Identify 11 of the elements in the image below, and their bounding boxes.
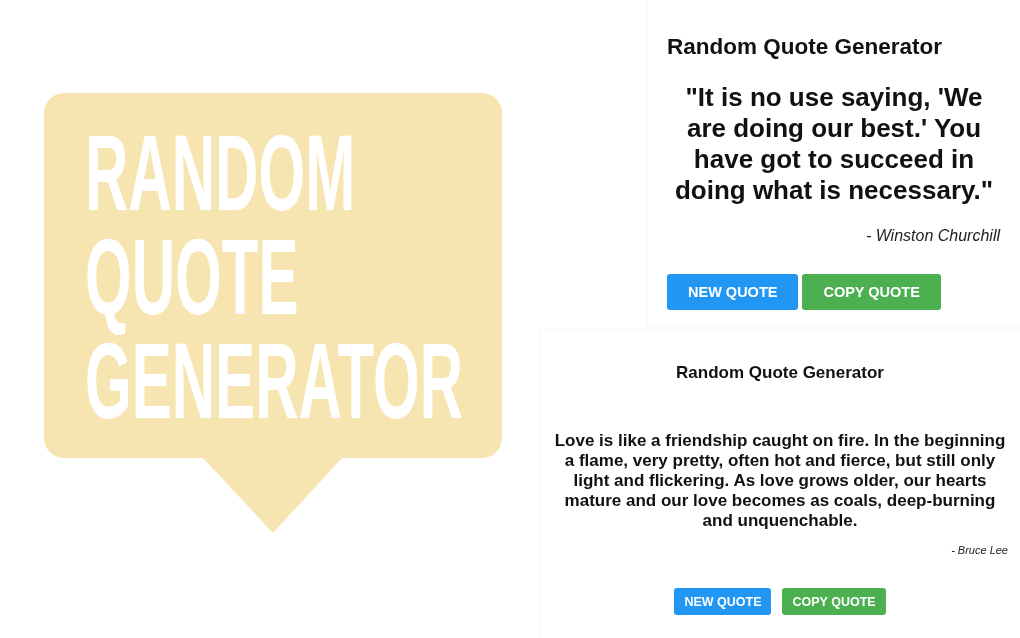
quote-text: Love is like a friendship caught on fire. In the beginning a flame, very pretty, often hot and fierce, but still only light and flickering. As love grows older, our hearts mature and our love becomes as coals, deep-burning and unquenchable. xyxy=(553,431,1007,531)
app-title: Random Quote Generator xyxy=(676,363,884,383)
new-quote-button[interactable]: NEW QUOTE xyxy=(674,588,772,615)
logo-title: RANDOM QUOTE GENERATOR xyxy=(85,121,465,433)
new-quote-button[interactable]: NEW QUOTE xyxy=(667,274,799,310)
quote-text: "It is no use saying, 'We are doing our best.' You have got to succeed in doing what is necessary." xyxy=(673,82,995,206)
quote-author: - Winston Churchill xyxy=(865,226,1000,246)
quote-author: - Bruce Lee xyxy=(951,543,1008,557)
copy-quote-button[interactable]: COPY QUOTE xyxy=(802,274,941,310)
copy-quote-button[interactable]: COPY QUOTE xyxy=(782,588,886,615)
app-title: Random Quote Generator xyxy=(667,34,944,60)
